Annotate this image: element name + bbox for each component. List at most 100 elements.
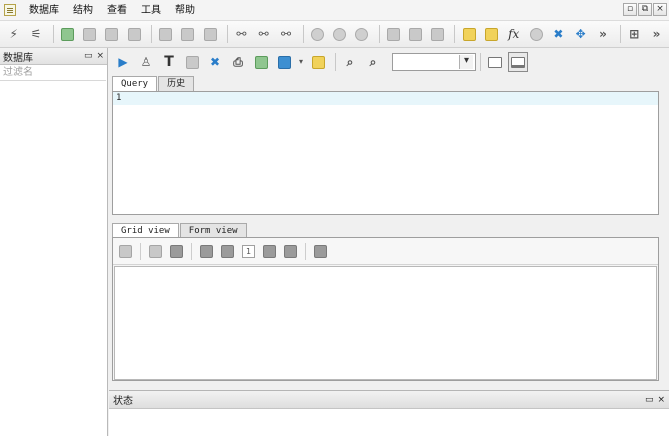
copy-database-icon	[105, 27, 119, 41]
toolbar-separator	[140, 242, 141, 260]
edit-index-icon: ⚯	[258, 27, 269, 41]
save-dropdown-button[interactable]: ▾	[297, 52, 305, 72]
line-number: 1	[116, 93, 122, 103]
next-record-icon[interactable]	[263, 244, 276, 258]
layout-button[interactable]: ⊞	[625, 24, 644, 44]
new-view-button[interactable]	[384, 24, 403, 44]
float-panel-icon[interactable]: ▭	[84, 51, 93, 61]
toolbar-separator	[302, 25, 304, 43]
sql-editor-button[interactable]	[459, 24, 478, 44]
split-layout-icon	[511, 56, 525, 68]
float-panel-icon[interactable]: ▭	[645, 395, 654, 405]
delete-table-icon	[203, 27, 217, 41]
rollback-x-icon[interactable]	[170, 244, 183, 258]
menu-help[interactable]: 帮助	[168, 1, 202, 20]
new-database-button[interactable]	[58, 24, 77, 44]
explain-button[interactable]: ♙	[136, 52, 156, 72]
open-database-button[interactable]	[80, 24, 99, 44]
layout-single-button[interactable]	[485, 52, 505, 72]
save-button[interactable]	[274, 52, 294, 72]
delete-view-button[interactable]	[428, 24, 447, 44]
export-button[interactable]	[251, 52, 271, 72]
expand-button[interactable]: ✥	[571, 24, 590, 44]
open-file-button[interactable]	[308, 52, 328, 72]
delete-table-button[interactable]	[200, 24, 219, 44]
window-controls: ▫ ⧉ ×	[623, 3, 667, 16]
menu-view[interactable]: 查看	[100, 1, 134, 20]
refresh-icon[interactable]	[119, 244, 132, 258]
query-toolbar: ▶ ♙ T ✖ ⎙ ▾ ⌕ ⌕	[109, 48, 669, 76]
commit-check-icon[interactable]	[149, 244, 162, 258]
copy-database-button[interactable]	[102, 24, 121, 44]
collapse-icon: ✖	[553, 27, 564, 41]
new-database-icon	[60, 27, 74, 41]
new-index-button[interactable]: ⚯	[232, 24, 251, 44]
sql-editor-icon	[462, 27, 476, 41]
minimize-button[interactable]: ▫	[623, 3, 637, 16]
first-record-icon[interactable]	[200, 244, 213, 258]
schema-icon	[484, 27, 498, 41]
functions-button[interactable]: fx	[504, 24, 523, 44]
execute-button[interactable]: ▶	[113, 52, 133, 72]
edit-view-icon	[409, 27, 422, 41]
grid-layout-icon: ⊞	[629, 27, 640, 41]
toolbar-separator	[305, 242, 306, 260]
tools-button[interactable]: ✖	[205, 52, 225, 72]
result-grid[interactable]	[114, 266, 657, 380]
toolbar-overflow-button[interactable]: »	[593, 24, 612, 44]
index-icon: ⚯	[236, 27, 247, 41]
search-icon: ⌕	[346, 55, 354, 69]
edit-index-button[interactable]: ⚯	[254, 24, 273, 44]
main-toolbar: ⚡ ⚟ ⚯ ⚯ ⚯ fx ✖ ✥ » ⊞ »	[0, 21, 669, 48]
script-button[interactable]	[182, 52, 202, 72]
save-disk-icon	[277, 55, 291, 69]
restore-button[interactable]: ⧉	[638, 3, 652, 16]
extensions-button[interactable]	[526, 24, 545, 44]
tab-form-view[interactable]: Form view	[179, 223, 247, 238]
toolbar-separator	[150, 25, 152, 43]
tab-query[interactable]: Query	[112, 76, 158, 92]
overflow-chevron-icon: »	[652, 27, 661, 41]
connect-button[interactable]: ⚡	[4, 24, 23, 44]
delete-database-button[interactable]	[125, 24, 144, 44]
schema-browser-button[interactable]	[482, 24, 501, 44]
tab-history[interactable]: 历史	[158, 76, 195, 91]
last-record-icon[interactable]	[284, 244, 297, 258]
editor-current-line[interactable]: 1	[113, 92, 658, 105]
edit-table-button[interactable]	[178, 24, 197, 44]
close-panel-icon[interactable]: ×	[96, 51, 104, 61]
menu-tools[interactable]: 工具	[134, 1, 168, 20]
open-database-icon	[83, 27, 97, 41]
expand-icon: ✥	[575, 27, 586, 41]
menu-structure[interactable]: 结构	[66, 1, 100, 20]
result-view-tabs: Grid view Form view	[112, 223, 248, 239]
chevron-down-icon: ▾	[298, 57, 303, 66]
menu-bar: 数据库 结构 查看 工具 帮助 ▫ ⧉ ×	[0, 0, 669, 21]
delete-index-button[interactable]: ⚯	[276, 24, 295, 44]
toolbar-overflow-button-2[interactable]: »	[647, 24, 666, 44]
database-panel: 数据库 ▭ ×	[0, 48, 108, 436]
new-table-button[interactable]	[156, 24, 175, 44]
edit-view-button[interactable]	[406, 24, 425, 44]
layout-split-button[interactable]	[508, 52, 528, 72]
delete-trigger-button[interactable]	[352, 24, 371, 44]
format-text-button[interactable]: T	[159, 52, 179, 72]
sql-editor[interactable]: 1	[112, 91, 659, 215]
find-button[interactable]: ⌕	[340, 52, 360, 72]
new-trigger-button[interactable]	[308, 24, 327, 44]
collapse-button[interactable]: ✖	[549, 24, 568, 44]
disconnect-button[interactable]: ⚟	[26, 24, 45, 44]
filter-name-input[interactable]	[0, 65, 106, 81]
edit-trigger-button[interactable]	[330, 24, 349, 44]
previous-record-icon[interactable]	[221, 244, 234, 258]
search-replace-icon: ⌕	[369, 55, 377, 69]
database-select[interactable]	[392, 53, 476, 71]
toolbar-separator	[454, 25, 456, 43]
menu-database[interactable]: 数据库	[22, 1, 66, 20]
find-replace-button[interactable]: ⌕	[363, 52, 383, 72]
toolbar-separator	[378, 25, 380, 43]
close-button[interactable]: ×	[653, 3, 667, 16]
print-grid-icon[interactable]	[314, 244, 327, 258]
close-panel-icon[interactable]: ×	[657, 395, 665, 405]
print-button[interactable]: ⎙	[228, 52, 248, 72]
